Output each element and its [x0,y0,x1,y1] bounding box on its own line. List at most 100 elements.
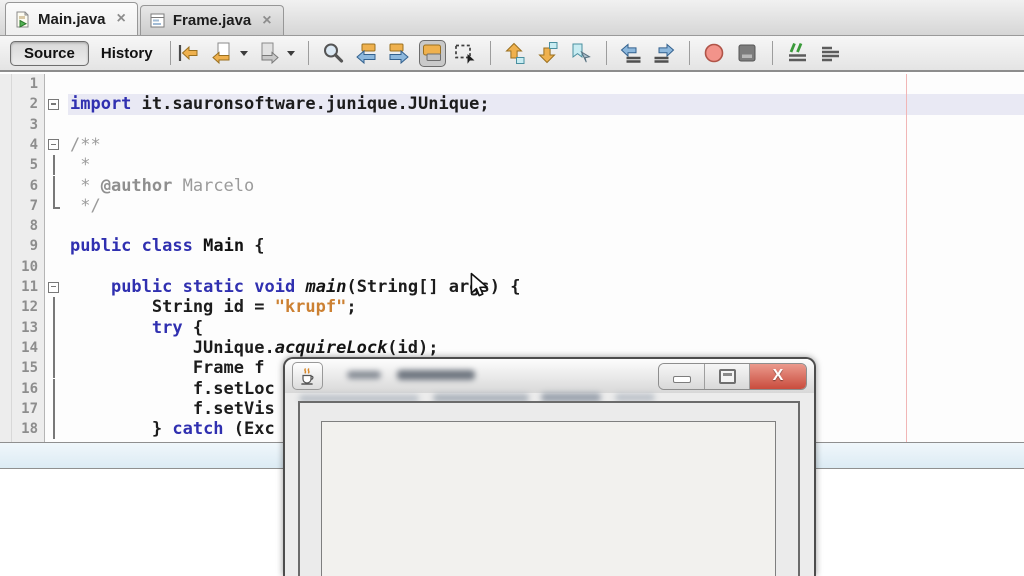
code-line[interactable]: * [70,155,90,175]
toolbar-separator [689,41,690,65]
fold-guide-line [53,297,55,317]
stop-macro-recording-icon[interactable] [734,40,761,67]
code-line[interactable]: */ [70,196,101,216]
line-number: 8 [0,216,38,236]
code-line[interactable]: /** [70,135,101,155]
toggle-bookmark-icon[interactable] [568,40,595,67]
code-line[interactable]: f.setVis [70,399,275,419]
line-number: 9 [0,236,38,256]
java-cup-icon[interactable] [292,362,323,390]
tab-frame-java[interactable]: Frame.java × [140,5,284,35]
last-edit-location-icon[interactable] [176,40,203,67]
blurred-title-text [347,371,381,379]
line-number: 11 [0,277,38,297]
code-segment [295,277,305,297]
fold-guide-line [53,318,55,338]
code-line[interactable]: import it.sauronsoftware.junique.JUnique… [70,94,490,114]
line-number: 5 [0,155,38,175]
mouse-cursor-icon [469,272,491,303]
window-content-panel [298,401,800,576]
toolbar-icon-group [176,40,844,67]
code-segment: (Exc [224,419,275,439]
start-macro-recording-icon[interactable] [701,40,728,67]
previous-bookmark-icon[interactable] [502,40,529,67]
code-line[interactable]: JUnique.acquireLock(id); [70,338,438,358]
code-segment: it.sauronsoftware.junique.JUnique; [131,94,489,114]
tab-label: Main.java [38,11,106,28]
code-segment: (id); [387,338,438,358]
forward-dropdown-arrow[interactable] [287,51,295,56]
code-segment: ; [346,297,356,317]
back-icon[interactable] [209,40,236,67]
code-line[interactable]: public static void main(String[] args) { [70,277,520,297]
minimize-button[interactable] [659,364,704,389]
find-selection-icon[interactable] [320,40,347,67]
fold-toggle-icon[interactable] [48,282,59,293]
source-view-button[interactable]: Source [10,41,89,66]
fold-guide-line [53,176,55,196]
code-segment: "krupf" [275,297,347,317]
line-number: 12 [0,297,38,317]
history-view-button[interactable]: History [89,45,165,62]
line-number: 15 [0,358,38,378]
toggle-highlight-search-icon[interactable] [419,40,446,67]
back-dropdown-arrow[interactable] [240,51,248,56]
blurred-text [615,394,655,401]
form-file-icon [149,12,166,29]
uncomment-lines-icon[interactable] [817,40,844,67]
line-number: 2 [0,94,38,114]
window-text-area[interactable] [321,421,776,576]
code-segment: Frame f [70,358,264,378]
maximize-button[interactable] [704,364,749,389]
code-segment: * [70,155,90,175]
code-segment [172,277,182,297]
code-segment: { [244,236,264,256]
line-number: 16 [0,379,38,399]
code-line[interactable]: } catch (Exc [70,419,275,439]
close-button[interactable]: X [749,364,806,389]
code-line[interactable]: Frame f [70,358,264,378]
line-number: 7 [0,196,38,216]
tab-main-java[interactable]: Main.java × [5,2,138,35]
shift-line-right-icon[interactable] [651,40,678,67]
code-line[interactable]: f.setLoc [70,379,275,399]
tab-label: Frame.java [173,12,251,29]
previous-occurrence-icon[interactable] [353,40,380,67]
shift-line-left-icon[interactable] [618,40,645,67]
fold-guide-line [53,399,55,419]
window-title-bar[interactable]: X [285,359,814,393]
code-line[interactable]: public class Main { [70,236,265,256]
window-controls: X [658,363,807,390]
line-number: 13 [0,318,38,338]
code-line[interactable]: * @author Marcelo [70,176,254,196]
tab-close-icon[interactable]: × [262,13,271,29]
next-occurrence-icon[interactable] [386,40,413,67]
line-number: 3 [0,115,38,135]
code-segment: String id = [70,297,275,317]
toggle-rectangular-selection-icon[interactable] [452,40,479,67]
code-segment: (String[] args) { [346,277,520,297]
comment-lines-icon[interactable] [784,40,811,67]
code-segment: catch [172,419,223,439]
close-icon: X [773,368,784,384]
code-line[interactable]: String id = "krupf"; [70,297,357,317]
code-line[interactable]: try { [70,318,203,338]
java-app-window[interactable]: X [283,357,816,576]
fold-guide-line [53,155,55,175]
fold-toggle-icon[interactable] [48,139,59,150]
code-segment: f.setLoc [70,379,275,399]
toolbar-separator [308,41,309,65]
fold-guide-line [53,196,55,207]
line-number: 18 [0,419,38,439]
line-number-gutter: 123456789101112131415161718 [0,74,45,442]
fold-toggle-icon[interactable] [48,99,59,110]
code-segment: class [142,236,193,256]
code-segment [193,236,203,256]
toolbar-separator [772,41,773,65]
next-bookmark-icon[interactable] [535,40,562,67]
code-segment: public [111,277,172,297]
toolbar-separator [490,41,491,65]
forward-icon[interactable] [256,40,283,67]
code-segment: @author [101,176,173,196]
tab-close-icon[interactable]: × [117,11,126,27]
